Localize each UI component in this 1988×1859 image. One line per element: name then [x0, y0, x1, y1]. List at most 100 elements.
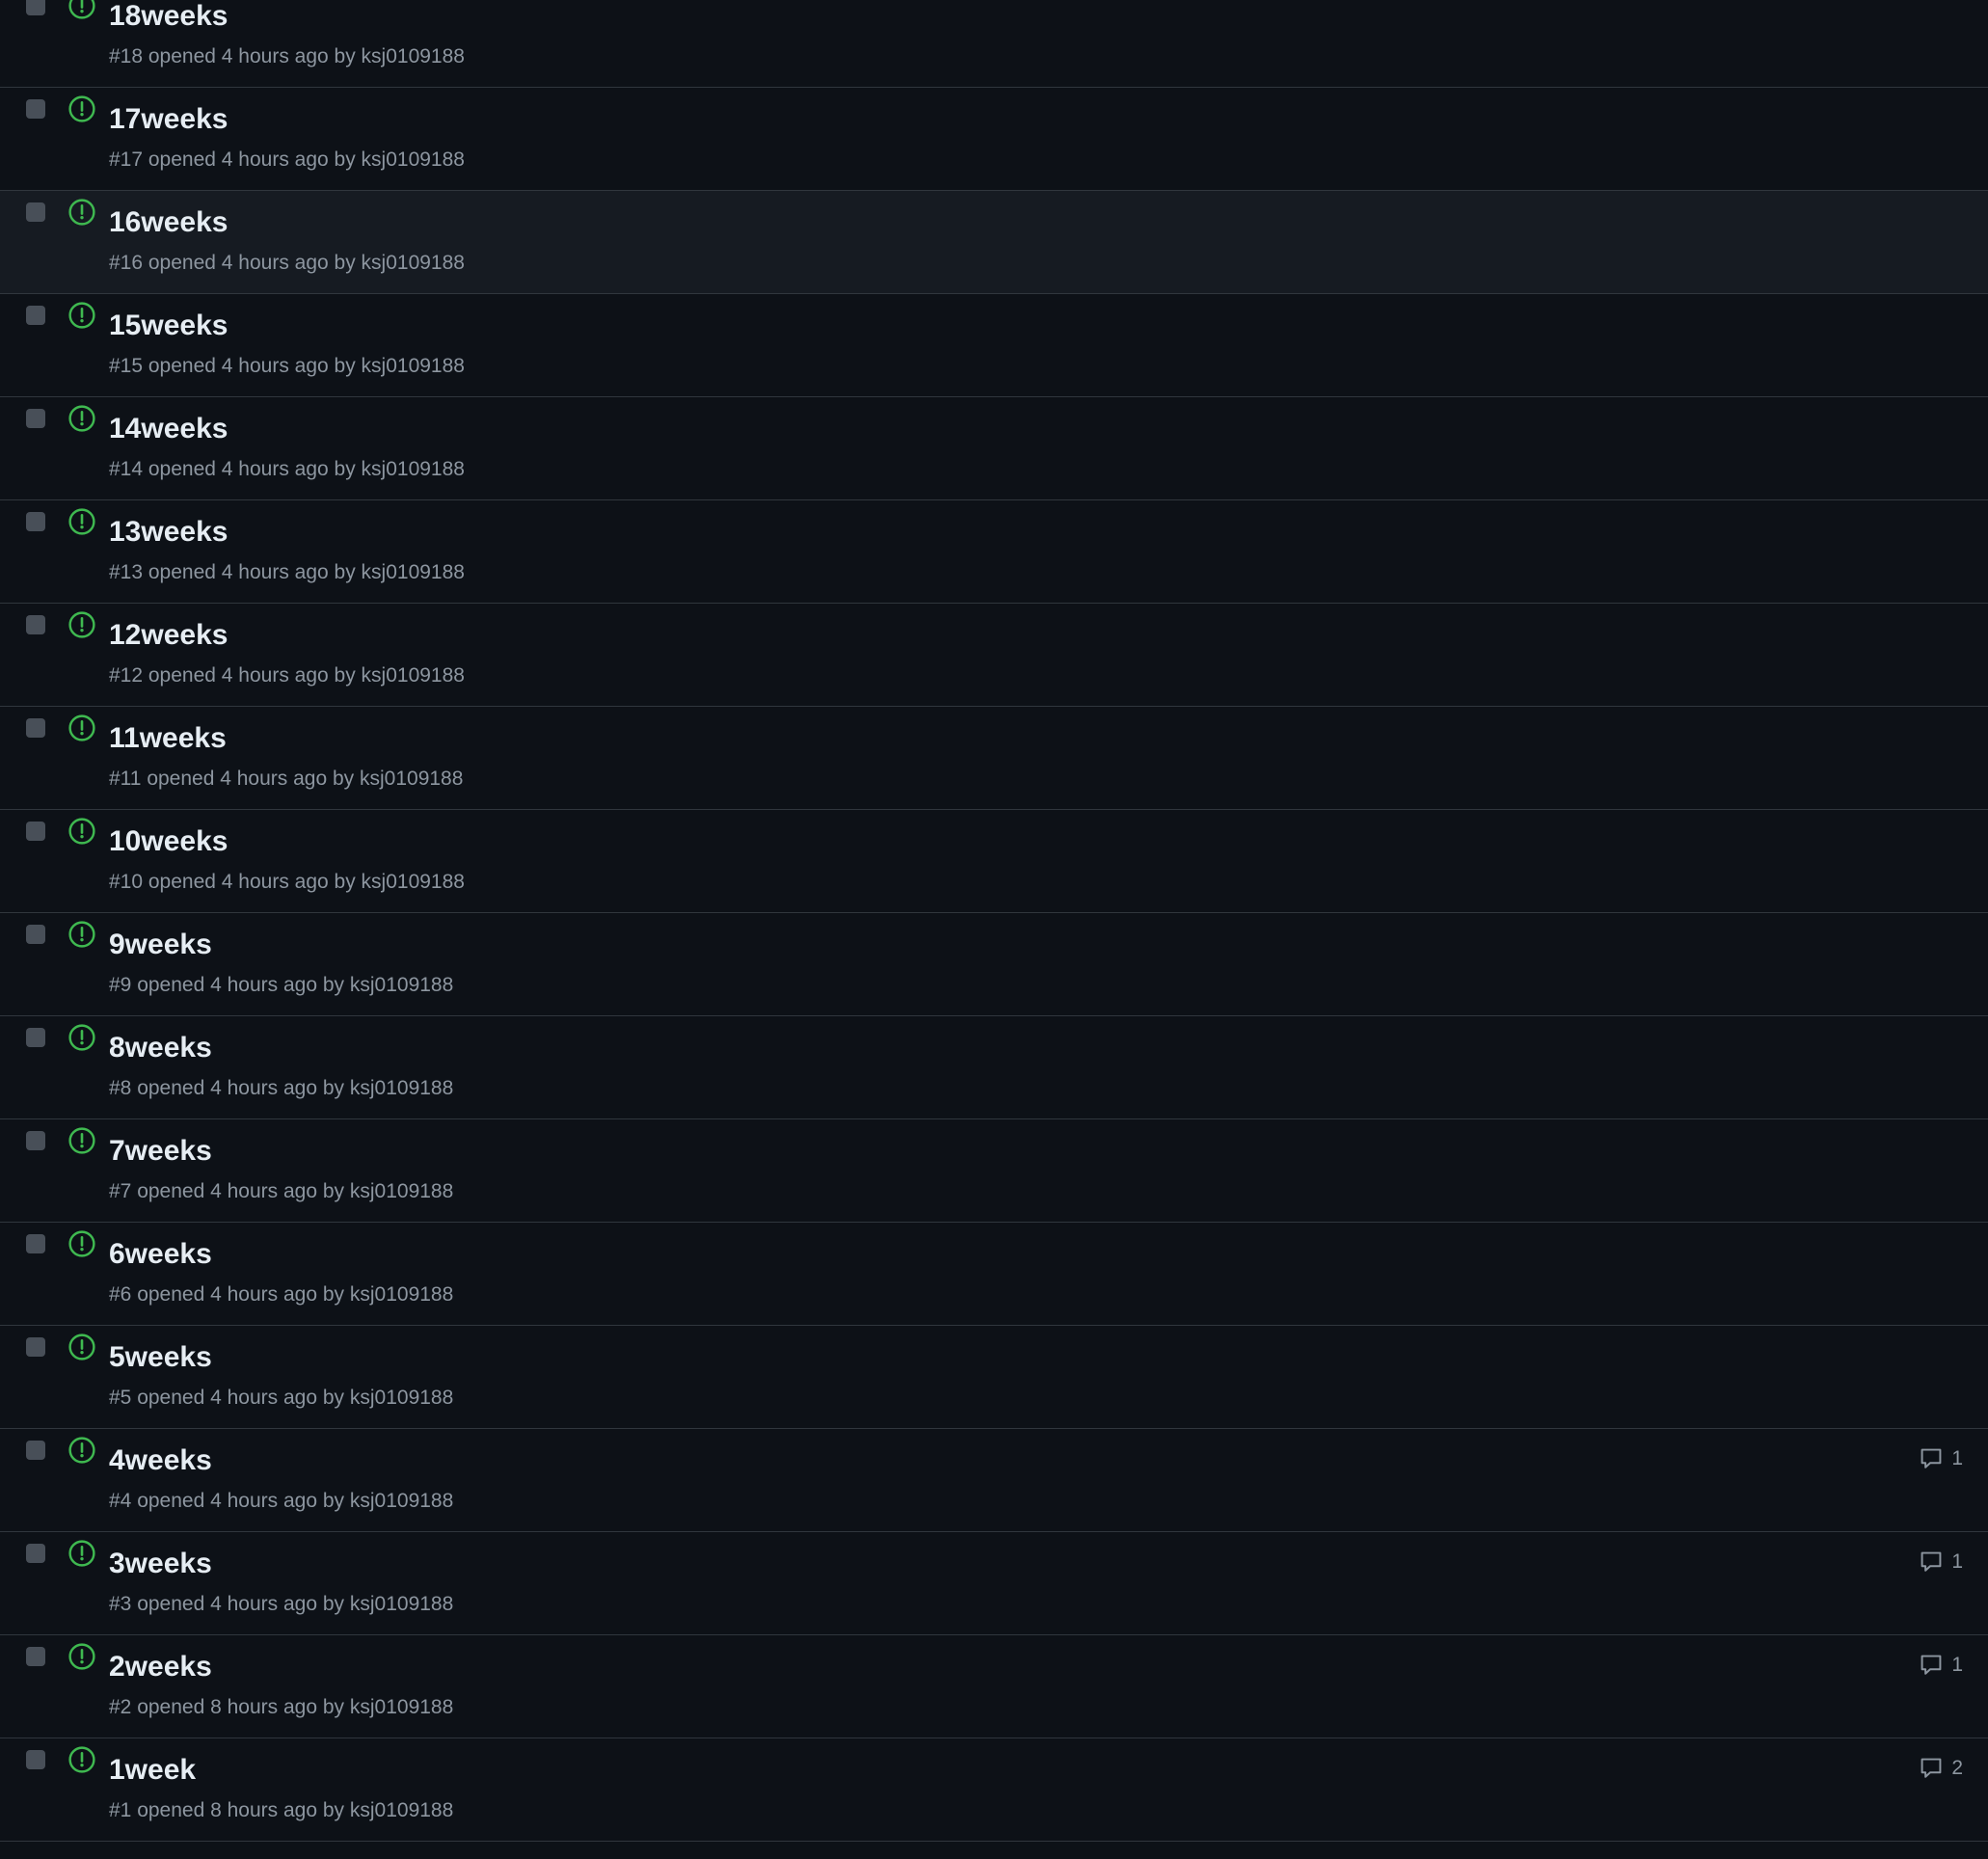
issue-row[interactable]: 17weeks #17 opened 4 hours ago by ksj0109… [0, 88, 1988, 191]
issue-row[interactable]: 12weeks #12 opened 4 hours ago by ksj0109… [0, 604, 1988, 707]
issue-meta: #3 opened 4 hours ago by ksj0109188 [109, 1593, 454, 1615]
issue-meta: #18 opened 4 hours ago by ksj0109188 [109, 45, 465, 67]
select-checkbox[interactable] [26, 718, 45, 738]
issue-opened-icon [68, 1540, 95, 1567]
comments-link[interactable]: 1 [1919, 1446, 1963, 1471]
issue-meta: #4 opened 4 hours ago by ksj0109188 [109, 1490, 454, 1512]
issue-row[interactable]: 10weeks #10 opened 4 hours ago by ksj0109… [0, 810, 1988, 913]
issue-row[interactable]: 5weeks #5 opened 4 hours ago by ksj010918… [0, 1326, 1988, 1429]
comments-link[interactable]: 2 [1919, 1756, 1963, 1781]
issue-row[interactable]: 2weeks #2 opened 8 hours ago by ksj010918… [0, 1635, 1988, 1738]
comment-count: 1 [1951, 1550, 1963, 1573]
issue-title-link[interactable]: 17weeks [109, 103, 228, 136]
select-checkbox[interactable] [26, 1544, 45, 1563]
issue-row[interactable]: 18weeks #18 opened 4 hours ago by ksj0109… [0, 0, 1988, 88]
issue-meta: #11 opened 4 hours ago by ksj0109188 [109, 768, 464, 790]
issue-title-link[interactable]: 10weeks [109, 825, 228, 858]
issue-title-link[interactable]: 8weeks [109, 1032, 212, 1064]
issue-row[interactable]: 11weeks #11 opened 4 hours ago by ksj0109… [0, 707, 1988, 810]
issue-title-link[interactable]: 6weeks [109, 1238, 212, 1271]
select-checkbox[interactable] [26, 1028, 45, 1047]
issue-meta: #10 opened 4 hours ago by ksj0109188 [109, 871, 465, 893]
issue-row[interactable]: 7weeks #7 opened 4 hours ago by ksj010918… [0, 1119, 1988, 1223]
select-checkbox[interactable] [26, 0, 45, 15]
issue-opened-icon [68, 0, 95, 19]
issue-opened-icon [68, 1024, 95, 1051]
issue-opened-icon [68, 1437, 95, 1464]
comment-icon [1921, 1448, 1942, 1468]
select-checkbox[interactable] [26, 1441, 45, 1460]
issue-row[interactable]: 13weeks #13 opened 4 hours ago by ksj0109… [0, 500, 1988, 604]
issue-opened-icon [68, 302, 95, 329]
issue-meta: #8 opened 4 hours ago by ksj0109188 [109, 1077, 454, 1099]
issue-row[interactable]: 9weeks #9 opened 4 hours ago by ksj010918… [0, 913, 1988, 1016]
select-checkbox[interactable] [26, 1234, 45, 1253]
issue-title-link[interactable]: 3weeks [109, 1548, 212, 1580]
issue-opened-icon [68, 405, 95, 432]
issue-title-link[interactable]: 4weeks [109, 1444, 212, 1477]
issue-title-link[interactable]: 5weeks [109, 1341, 212, 1374]
issue-opened-icon [68, 611, 95, 638]
comments-link[interactable]: 1 [1919, 1653, 1963, 1678]
issue-title-link[interactable]: 9weeks [109, 929, 212, 961]
issue-opened-icon [68, 818, 95, 845]
issue-row[interactable]: 15weeks #15 opened 4 hours ago by ksj0109… [0, 294, 1988, 397]
select-checkbox[interactable] [26, 512, 45, 531]
issue-row[interactable]: 6weeks #6 opened 4 hours ago by ksj010918… [0, 1223, 1988, 1326]
select-checkbox[interactable] [26, 615, 45, 634]
issue-opened-icon [68, 1230, 95, 1257]
issue-meta: #9 opened 4 hours ago by ksj0109188 [109, 974, 454, 996]
comment-icon [1921, 1758, 1942, 1778]
select-checkbox[interactable] [26, 99, 45, 119]
comments-link[interactable]: 1 [1919, 1549, 1963, 1575]
issue-meta: #5 opened 4 hours ago by ksj0109188 [109, 1387, 454, 1409]
issue-meta: #13 opened 4 hours ago by ksj0109188 [109, 561, 465, 583]
issue-opened-icon [68, 1127, 95, 1154]
select-checkbox[interactable] [26, 1337, 45, 1357]
select-checkbox[interactable] [26, 1750, 45, 1769]
issue-opened-icon [68, 199, 95, 226]
issue-title-link[interactable]: 1week [109, 1754, 196, 1787]
issue-meta: #14 opened 4 hours ago by ksj0109188 [109, 458, 465, 480]
issue-row[interactable]: 3weeks #3 opened 4 hours ago by ksj010918… [0, 1532, 1988, 1635]
issue-opened-icon [68, 508, 95, 535]
select-checkbox[interactable] [26, 925, 45, 944]
issue-row[interactable]: 14weeks #14 opened 4 hours ago by ksj0109… [0, 397, 1988, 500]
issue-title-link[interactable]: 16weeks [109, 206, 228, 239]
issue-opened-icon [68, 1334, 95, 1361]
issue-title-link[interactable]: 2weeks [109, 1651, 212, 1684]
comment-icon [1921, 1551, 1942, 1572]
issue-meta: #6 opened 4 hours ago by ksj0109188 [109, 1283, 454, 1306]
issue-meta: #17 opened 4 hours ago by ksj0109188 [109, 148, 465, 171]
comment-count: 1 [1951, 1654, 1963, 1676]
select-checkbox[interactable] [26, 306, 45, 325]
issue-title-link[interactable]: 18weeks [109, 0, 228, 33]
issue-row[interactable]: 16weeks #16 opened 4 hours ago by ksj0109… [0, 191, 1988, 294]
issue-title-link[interactable]: 14weeks [109, 413, 228, 445]
issue-meta: #7 opened 4 hours ago by ksj0109188 [109, 1180, 454, 1202]
select-checkbox[interactable] [26, 822, 45, 841]
issue-opened-icon [68, 1643, 95, 1670]
issue-title-link[interactable]: 13weeks [109, 516, 228, 549]
issue-title-link[interactable]: 7weeks [109, 1135, 212, 1168]
select-checkbox[interactable] [26, 1131, 45, 1150]
issue-list: 18weeks #18 opened 4 hours ago by ksj0109… [0, 0, 1988, 1859]
issue-row[interactable]: 4weeks #4 opened 4 hours ago by ksj010918… [0, 1429, 1988, 1532]
comment-icon [1921, 1655, 1942, 1675]
issue-meta: #16 opened 4 hours ago by ksj0109188 [109, 252, 465, 274]
select-checkbox[interactable] [26, 202, 45, 222]
issue-opened-icon [68, 714, 95, 741]
issue-opened-icon [68, 921, 95, 948]
issue-meta: #15 opened 4 hours ago by ksj0109188 [109, 355, 465, 377]
issue-title-link[interactable]: 11weeks [109, 722, 227, 755]
select-checkbox[interactable] [26, 409, 45, 428]
issue-row[interactable]: 8weeks #8 opened 4 hours ago by ksj010918… [0, 1016, 1988, 1119]
issue-title-link[interactable]: 15weeks [109, 310, 228, 342]
issue-meta: #2 opened 8 hours ago by ksj0109188 [109, 1696, 454, 1718]
issue-title-link[interactable]: 12weeks [109, 619, 228, 652]
select-checkbox[interactable] [26, 1647, 45, 1666]
issue-row[interactable]: 1week #1 opened 8 hours ago by ksj0109188… [0, 1738, 1988, 1842]
issue-opened-icon [68, 95, 95, 122]
comment-count: 2 [1951, 1757, 1963, 1779]
comment-count: 1 [1951, 1447, 1963, 1469]
